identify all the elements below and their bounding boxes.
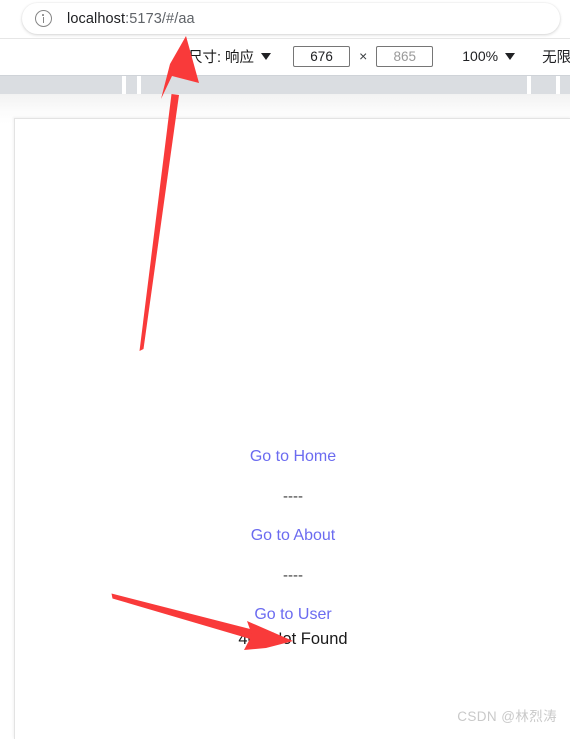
browser-url-bar: localhost:5173/#/aa	[0, 0, 570, 39]
url-host: localhost	[67, 10, 126, 27]
zoom-selector[interactable]: 100%	[433, 48, 516, 64]
viewport-width-input[interactable]	[293, 45, 351, 67]
omnibox[interactable]: localhost:5173/#/aa	[22, 3, 560, 34]
link-go-to-about[interactable]: Go to About	[251, 528, 336, 544]
not-found-message: 404 Not Found	[238, 630, 348, 648]
chevron-down-icon[interactable]	[261, 52, 272, 60]
nav-line-home: Go to Home	[15, 449, 570, 465]
ruler-divider	[527, 76, 531, 95]
link-go-to-home[interactable]: Go to Home	[250, 449, 336, 465]
device-size-selector[interactable]: 尺寸: 响应	[0, 46, 272, 67]
link-go-to-user[interactable]: Go to User	[254, 607, 331, 623]
viewport-height-input[interactable]	[376, 45, 434, 67]
separator-2: ----	[283, 567, 303, 584]
csdn-watermark: CSDN @林烈涛	[457, 709, 557, 724]
emulated-page-frame: Go to Home ---- Go to About ---- Go to U…	[14, 118, 570, 739]
ruler-divider	[137, 76, 141, 95]
network-throttle-label: 无限制	[542, 49, 570, 66]
viewport-ruler-strip	[0, 75, 570, 95]
ruler-divider	[122, 76, 126, 95]
zoom-level-label: 100%	[462, 48, 499, 64]
url-text: localhost:5173/#/aa	[67, 11, 195, 27]
device-emulation-toolbar: 尺寸: 响应 × 100% 无限制	[0, 39, 570, 73]
ruler-divider	[556, 76, 560, 95]
info-circle-icon[interactable]	[35, 10, 52, 27]
device-size-label: 尺寸: 响应	[188, 49, 255, 66]
nav-line-user: Go to User	[15, 607, 570, 623]
url-path: :5173/#/aa	[125, 10, 195, 27]
nav-line-about: Go to About	[15, 528, 570, 544]
chevron-down-icon[interactable]	[505, 52, 516, 60]
router-demo-content: Go to Home ---- Go to About ---- Go to U…	[15, 449, 570, 648]
network-throttle-selector[interactable]: 无限制	[515, 46, 570, 67]
separator-1: ----	[283, 488, 303, 505]
dimension-multiply-symbol: ×	[359, 48, 368, 64]
